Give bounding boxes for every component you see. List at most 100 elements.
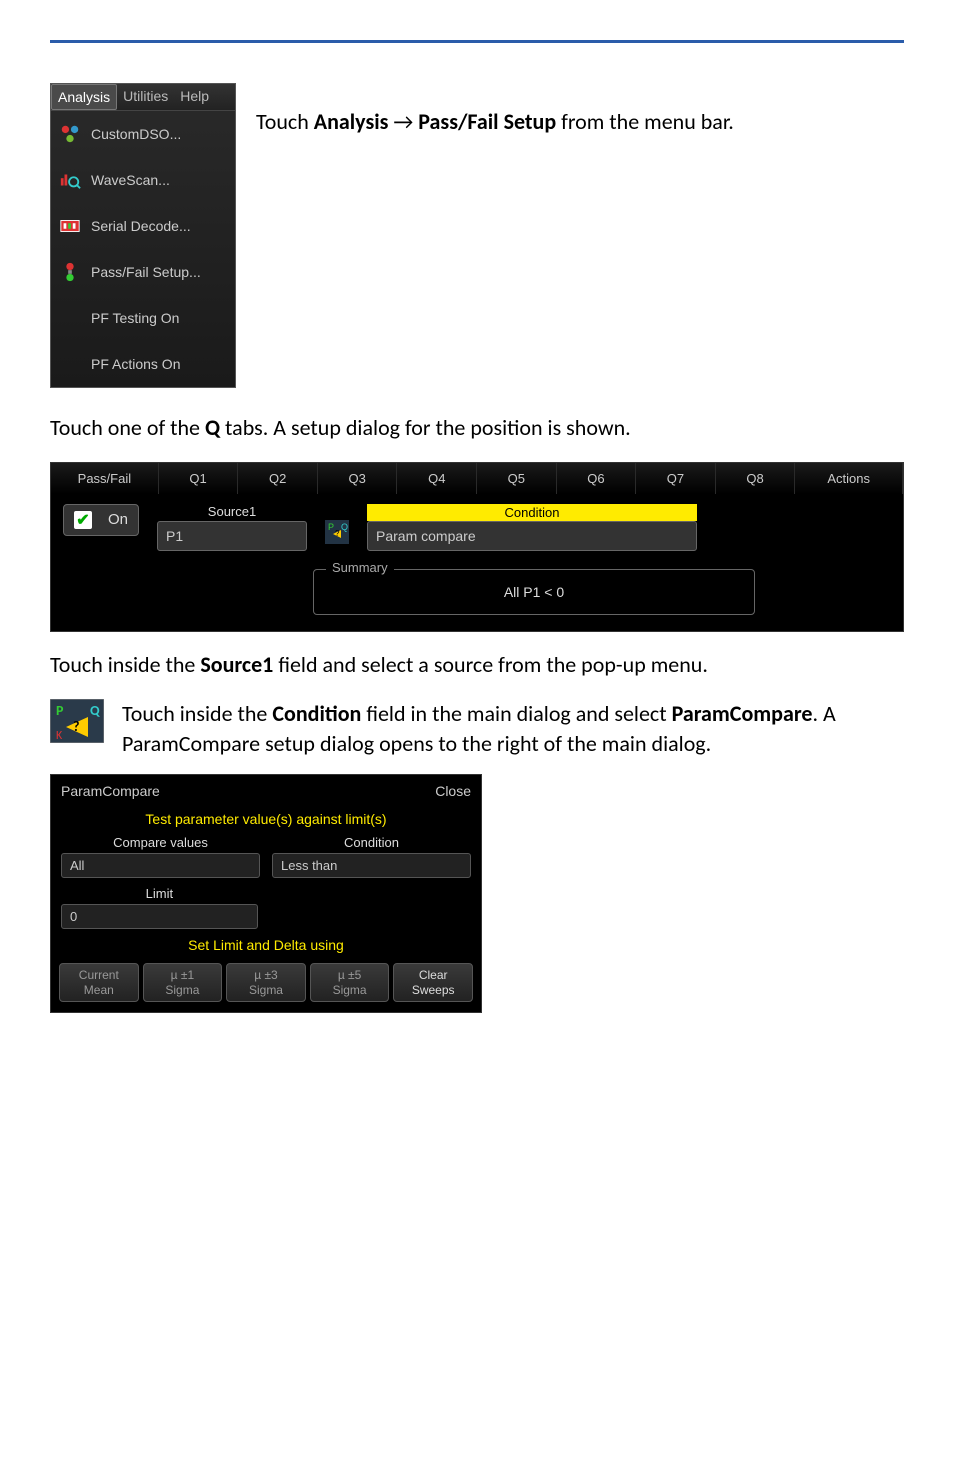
menu-item-customdso[interactable]: CustomDSO... (51, 111, 235, 157)
on-label: On (108, 511, 128, 528)
condition-label: Condition (272, 835, 471, 850)
paramcompare-dialog: ParamCompare Close Test parameter value(… (50, 774, 482, 1013)
text: field and select a source from the pop-u… (273, 651, 708, 678)
set-limit-heading: Set Limit and Delta using (51, 933, 481, 957)
summary-legend: Summary (326, 560, 394, 575)
text: from the menu bar. (556, 108, 734, 135)
summary-value: All P1 < 0 (504, 584, 564, 600)
svg-text:Q: Q (341, 522, 348, 532)
text-bold: Condition (272, 700, 361, 727)
menu-item-pftesting[interactable]: PF Testing On (51, 295, 235, 341)
customdso-icon (59, 123, 81, 145)
sigma1-button[interactable]: µ ±1 Sigma (143, 963, 223, 1002)
menu-bar: Analysis Utilities Help (51, 84, 235, 111)
btn-line1: µ ±5 (313, 968, 387, 982)
tab-q5[interactable]: Q5 (477, 463, 557, 494)
btn-line1: Current (62, 968, 136, 982)
instruction-text-1: Touch Analysis → Pass/Fail Setup from th… (256, 101, 904, 370)
blank-icon (59, 307, 81, 329)
condition-field-container: Condition Param compare (367, 504, 697, 551)
svg-text:P: P (328, 522, 334, 532)
condition-field[interactable]: Param compare (367, 521, 697, 551)
tab-q8[interactable]: Q8 (716, 463, 796, 494)
on-checkbox[interactable]: ✔ On (63, 504, 139, 536)
tab-q3[interactable]: Q3 (318, 463, 398, 494)
svg-text:P: P (56, 702, 64, 719)
tab-q6[interactable]: Q6 (557, 463, 637, 494)
condition-value: Param compare (376, 528, 476, 544)
btn-line1: µ ±1 (146, 968, 220, 982)
menu-item-label: PF Testing On (91, 310, 179, 326)
tab-q7[interactable]: Q7 (636, 463, 716, 494)
limit-label: Limit (61, 886, 258, 901)
btn-line2: Sweeps (396, 983, 470, 997)
condition-field[interactable]: Less than (272, 853, 471, 878)
source1-field[interactable]: P1 (157, 521, 307, 551)
analysis-dropdown-menu: Analysis Utilities Help CustomDSO... Wav… (50, 83, 236, 388)
text-bold: ParamCompare (672, 700, 813, 727)
close-button[interactable]: Close (435, 783, 471, 799)
text: field in the main dialog and select (361, 700, 671, 727)
menu-item-serialdecode[interactable]: Serial Decode... (51, 203, 235, 249)
paramcompare-title: ParamCompare (61, 783, 160, 799)
sigma3-button[interactable]: µ ±3 Sigma (226, 963, 306, 1002)
blank-icon (59, 353, 81, 375)
svg-text:Q: Q (90, 702, 100, 719)
btn-line2: Sigma (146, 983, 220, 997)
compare-values-field[interactable]: All (61, 853, 260, 878)
source1-field-container: Source1 P1 (157, 504, 307, 551)
sigma5-button[interactable]: µ ±5 Sigma (310, 963, 390, 1002)
menu-item-label: Pass/Fail Setup... (91, 264, 201, 280)
paramcompare-icon: PQ? (325, 520, 349, 544)
menu-item-label: Serial Decode... (91, 218, 191, 234)
text-bold: Source1 (200, 651, 273, 678)
paramcompare-heading: Test parameter value(s) against limit(s) (51, 807, 481, 831)
passfail-icon (59, 261, 81, 283)
menu-item-label: WaveScan... (91, 172, 170, 188)
menu-item-pfactions[interactable]: PF Actions On (51, 341, 235, 387)
instruction-text-3: Touch inside the Source1 field and selec… (50, 650, 904, 681)
tab-row: Pass/Fail Q1 Q2 Q3 Q4 Q5 Q6 Q7 Q8 Action… (51, 463, 903, 494)
text-bold: Q (205, 414, 220, 441)
tab-passfail[interactable]: Pass/Fail (51, 463, 159, 494)
arrow-glyph: → (388, 108, 418, 135)
q-setup-dialog: Pass/Fail Q1 Q2 Q3 Q4 Q5 Q6 Q7 Q8 Action… (50, 462, 904, 632)
text-bold: Analysis (314, 108, 389, 135)
current-mean-button[interactable]: Current Mean (59, 963, 139, 1002)
text: Touch (256, 108, 314, 135)
tab-actions[interactable]: Actions (795, 463, 903, 494)
condition-label: Condition (367, 504, 697, 521)
text: Touch inside the (122, 700, 272, 727)
menu-analysis[interactable]: Analysis (51, 84, 117, 110)
menu-item-label: PF Actions On (91, 356, 180, 372)
svg-text:?: ? (73, 718, 80, 735)
check-icon: ✔ (74, 511, 92, 529)
serialdecode-icon (59, 215, 81, 237)
menu-item-label: CustomDSO... (91, 126, 181, 142)
limit-field[interactable]: 0 (61, 904, 258, 929)
text: Touch inside the (50, 651, 200, 678)
tab-q1[interactable]: Q1 (159, 463, 239, 494)
tab-q2[interactable]: Q2 (238, 463, 318, 494)
text: Touch one of the (50, 414, 205, 441)
paramcompare-large-icon: P Q? K (50, 699, 104, 743)
svg-text:?: ? (335, 529, 340, 538)
tab-q4[interactable]: Q4 (397, 463, 477, 494)
text: tabs. A setup dialog for the position is… (220, 414, 631, 441)
menu-item-passfail[interactable]: Pass/Fail Setup... (51, 249, 235, 295)
btn-line2: Sigma (313, 983, 387, 997)
menu-help[interactable]: Help (174, 84, 215, 110)
clear-sweeps-button[interactable]: Clear Sweeps (393, 963, 473, 1002)
btn-line2: Mean (62, 983, 136, 997)
summary-box: Summary All P1 < 0 (313, 569, 755, 615)
btn-line2: Sigma (229, 983, 303, 997)
menu-utilities[interactable]: Utilities (117, 84, 174, 110)
wavescan-icon (59, 169, 81, 191)
text-bold: Pass/Fail Setup (418, 108, 556, 135)
divider (50, 40, 904, 43)
instruction-text-4: Touch inside the Condition field in the … (122, 699, 904, 761)
menu-item-wavescan[interactable]: WaveScan... (51, 157, 235, 203)
btn-line1: µ ±3 (229, 968, 303, 982)
compare-values-label: Compare values (61, 835, 260, 850)
svg-text:K: K (56, 729, 63, 743)
